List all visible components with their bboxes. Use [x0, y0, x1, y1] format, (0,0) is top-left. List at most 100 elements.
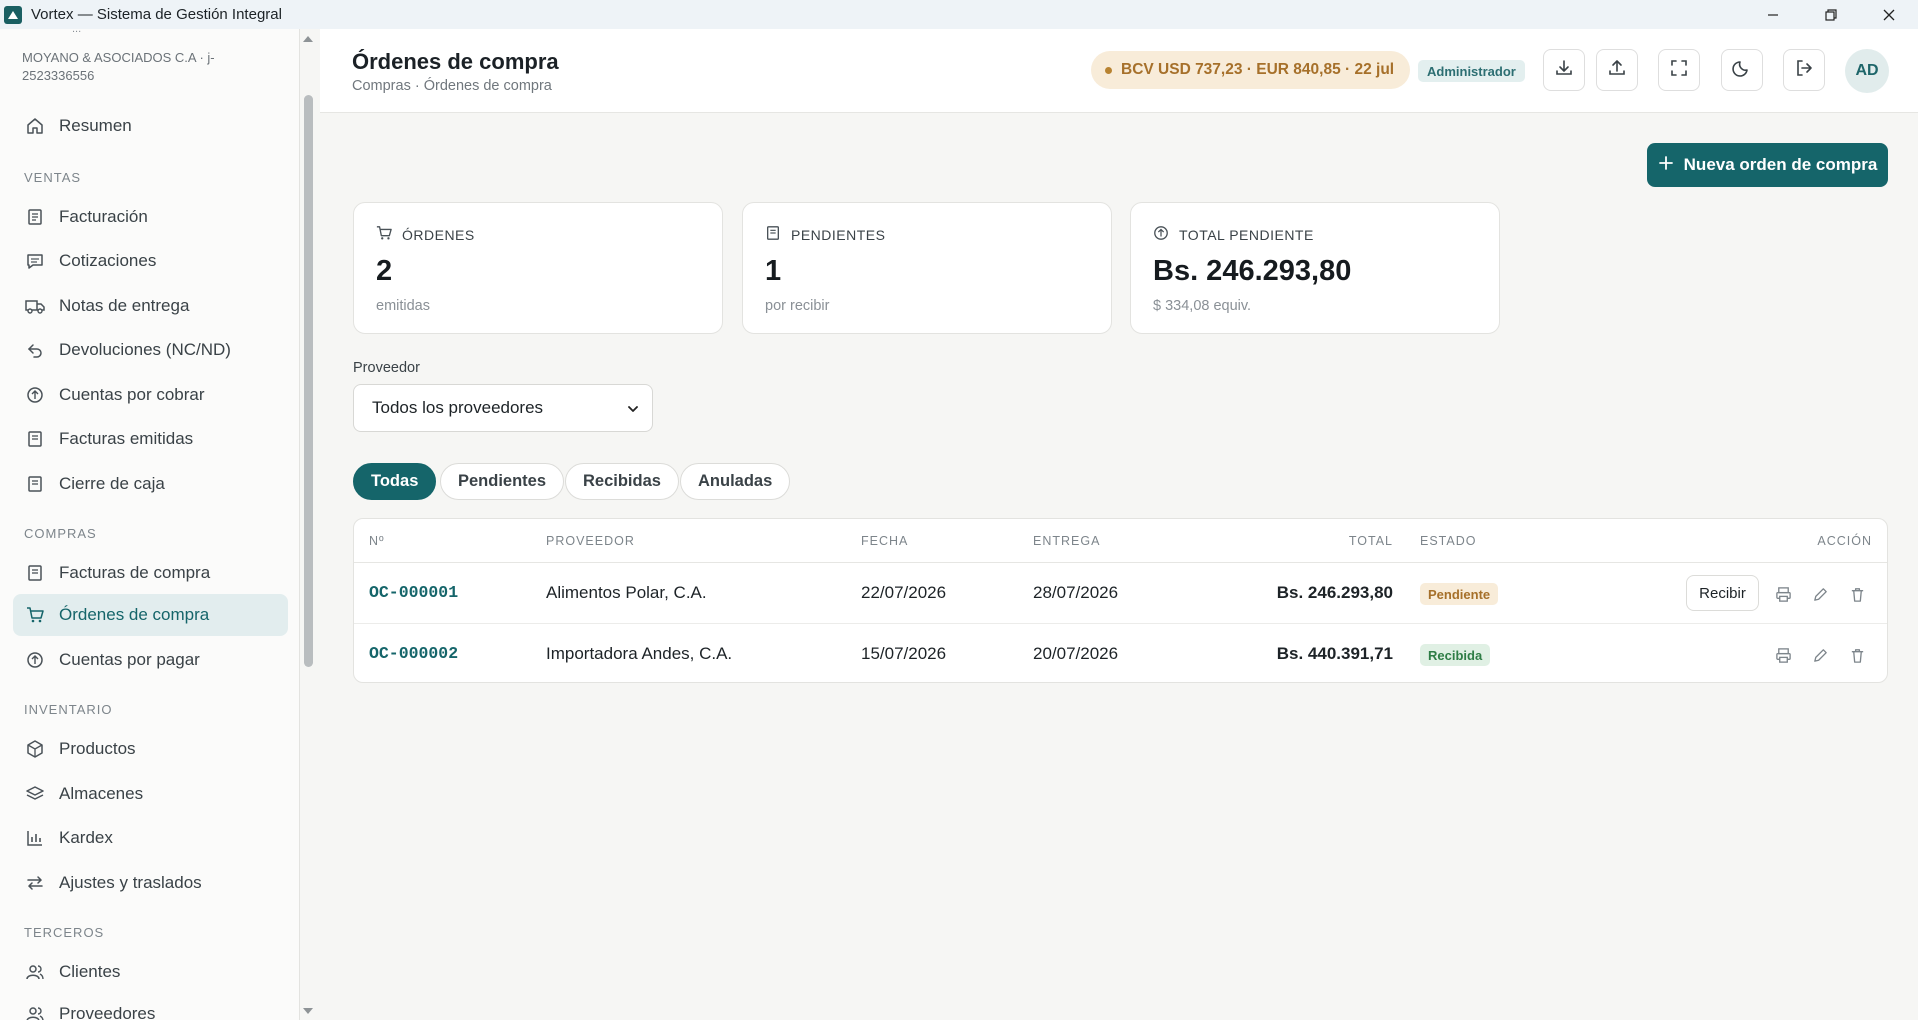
provider-select-value: Todos los proveedores — [372, 398, 544, 417]
new-order-label: Nueva orden de compra — [1683, 155, 1878, 174]
sidebar-scrollbar-thumb[interactable] — [304, 95, 313, 667]
status-badge: Recibida — [1420, 644, 1491, 666]
order-number-link[interactable]: OC-000002 — [369, 644, 458, 663]
circle-arrow-up-icon — [25, 385, 45, 405]
stat-label-text: TOTAL PENDIENTE — [1179, 226, 1314, 243]
stat-subtext: emitidas — [376, 298, 430, 314]
cell-proveedor: Alimentos Polar, C.A. — [546, 583, 707, 602]
users-icon — [25, 1004, 45, 1020]
trash-icon[interactable] — [1848, 585, 1866, 603]
stat-label-text: ÓRDENES — [402, 226, 475, 243]
sidebar-item-label: Notas de entrega — [59, 296, 190, 315]
sidebar-item-proveedores[interactable]: Proveedores — [13, 993, 288, 1020]
page-title: Órdenes de compra — [352, 49, 559, 74]
breadcrumb: Compras · Órdenes de compra — [352, 78, 552, 94]
sidebar-item-facturas-emitidas[interactable]: Facturas emitidas — [13, 418, 288, 460]
section-terceros: TERCEROS — [24, 925, 105, 940]
cell-proveedor: Importadora Andes, C.A. — [546, 644, 733, 663]
sidebar-item-label: Cuentas por pagar — [59, 650, 200, 669]
app-logo-icon — [4, 5, 22, 24]
sidebar-item-kardex[interactable]: Kardex — [13, 817, 288, 859]
print-icon[interactable] — [1774, 585, 1792, 603]
fullscreen-button[interactable] — [1658, 49, 1700, 91]
cart-icon — [376, 225, 392, 244]
column-header-proveedor: PROVEEDOR — [546, 534, 635, 548]
logout-icon — [1794, 58, 1814, 83]
stat-value: Bs. 246.293,80 — [1153, 255, 1352, 287]
section-compras: COMPRAS — [24, 526, 97, 541]
stat-value: 2 — [376, 255, 393, 287]
sidebar-item-notas-entrega[interactable]: Notas de entrega — [13, 285, 288, 327]
fullscreen-icon — [1669, 58, 1689, 83]
dark-mode-button[interactable] — [1721, 49, 1763, 91]
company-top-text: ... — [72, 29, 82, 35]
table-row: OC-000001 Alimentos Polar, C.A. 22/07/20… — [354, 563, 1887, 624]
section-inventario: INVENTARIO — [24, 702, 113, 717]
stat-card-label: TOTAL PENDIENTE — [1153, 225, 1314, 244]
cell-fecha: 15/07/2026 — [861, 644, 947, 663]
home-icon — [25, 116, 45, 136]
sidebar-item-label: Cuentas por cobrar — [59, 385, 205, 404]
tab-pendientes[interactable]: Pendientes — [440, 463, 565, 500]
sidebar-item-label: Almacenes — [59, 784, 144, 803]
cell-entrega: 20/07/2026 — [1033, 644, 1119, 663]
tab-todas[interactable]: Todas — [353, 463, 437, 500]
scroll-up-arrow-icon[interactable] — [301, 33, 315, 45]
provider-filter-label: Proveedor — [353, 360, 420, 376]
sidebar-item-productos[interactable]: Productos — [13, 728, 288, 770]
receipt-icon — [25, 207, 45, 227]
sidebar-item-cotizaciones[interactable]: Cotizaciones — [13, 240, 288, 282]
edit-icon[interactable] — [1811, 646, 1829, 664]
sidebar-item-cuentas-cobrar[interactable]: Cuentas por cobrar — [13, 374, 288, 416]
undo-icon — [25, 340, 45, 360]
tab-recibidas[interactable]: Recibidas — [565, 463, 679, 500]
message-icon — [25, 251, 45, 271]
tab-anuladas[interactable]: Anuladas — [680, 463, 791, 500]
new-order-button[interactable]: Nueva orden de compra — [1647, 143, 1888, 187]
download-button[interactable] — [1543, 49, 1585, 91]
circle-arrow-up-icon — [25, 650, 45, 670]
column-header-accion: ACCIÓN — [1817, 534, 1872, 548]
sidebar-item-clientes[interactable]: Clientes — [13, 951, 288, 993]
order-number-link[interactable]: OC-000001 — [369, 583, 458, 602]
upload-button[interactable] — [1596, 49, 1638, 91]
sidebar-item-label: Clientes — [59, 962, 121, 981]
sidebar-item-ajustes[interactable]: Ajustes y traslados — [13, 862, 288, 904]
sidebar-item-label: Proveedores — [59, 1004, 156, 1020]
sidebar-item-facturacion[interactable]: Facturación — [13, 196, 288, 238]
stat-subtext: $ 334,08 equiv. — [1153, 298, 1252, 314]
stat-card-label: PENDIENTES — [765, 225, 885, 244]
sidebar-item-label: Devoluciones (NC/ND) — [59, 340, 231, 359]
print-icon[interactable] — [1774, 646, 1792, 664]
sidebar-item-devoluciones[interactable]: Devoluciones (NC/ND) — [13, 329, 288, 371]
edit-icon[interactable] — [1811, 585, 1829, 603]
logout-button[interactable] — [1783, 49, 1825, 91]
cell-total: Bs. 440.391,71 — [1276, 644, 1393, 663]
section-ventas: VENTAS — [24, 170, 82, 185]
cell-fecha: 22/07/2026 — [861, 583, 947, 602]
stat-label-text: PENDIENTES — [791, 226, 886, 243]
minimize-button[interactable] — [1744, 0, 1802, 29]
receive-button[interactable]: Recibir — [1686, 575, 1759, 611]
sidebar-item-cuentas-pagar[interactable]: Cuentas por pagar — [13, 639, 288, 681]
sidebar-item-almacenes[interactable]: Almacenes — [13, 773, 288, 815]
moon-icon — [1732, 58, 1752, 83]
transfer-arrows-icon — [25, 873, 45, 893]
cell-entrega: 28/07/2026 — [1033, 583, 1119, 602]
close-window-button[interactable] — [1860, 0, 1918, 29]
sidebar-item-resumen[interactable]: Resumen — [13, 105, 288, 147]
exchange-rate-text: BCV USD 737,23 · EUR 840,85 · 22 jul — [1121, 61, 1395, 78]
page-header: Órdenes de compra Compras · Órdenes de c… — [320, 29, 1918, 113]
sidebar-item-cierre-caja[interactable]: Cierre de caja — [13, 463, 288, 505]
trash-icon[interactable] — [1848, 646, 1866, 664]
sidebar-item-ordenes-compra[interactable]: Órdenes de compra — [13, 594, 288, 636]
stat-card-label: ÓRDENES — [376, 225, 475, 244]
restore-button[interactable] — [1802, 0, 1860, 29]
document-icon — [25, 429, 45, 449]
provider-select[interactable]: Todos los proveedores — [353, 384, 653, 432]
avatar[interactable]: AD — [1845, 49, 1889, 93]
upload-icon — [1607, 58, 1627, 83]
column-header-num: Nº — [369, 534, 385, 548]
scroll-down-arrow-icon[interactable] — [301, 1005, 315, 1017]
sidebar-item-facturas-compra[interactable]: Facturas de compra — [13, 552, 288, 594]
